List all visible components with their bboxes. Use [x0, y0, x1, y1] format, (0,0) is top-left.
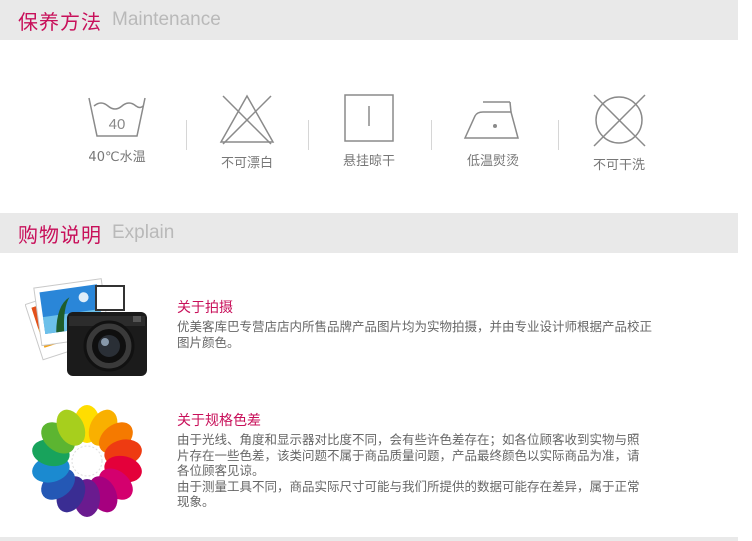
- photo-text: 优美客库巴专营店店内所售品牌产品图片均为实物拍摄，并由专业设计师根据产品校正 图…: [177, 319, 722, 350]
- color-wheel-icon: [32, 405, 142, 517]
- care-icons-row: 40 40℃水温 不可漂白 悬挂晾干 低温熨烫 不可干洗: [0, 92, 738, 182]
- color-text: 由于光线、角度和显示器对比度不同，会有些许色差存在；如各位顾客收到实物与照 片存…: [177, 432, 722, 510]
- maintenance-title-en: Maintenance: [112, 9, 221, 30]
- explain-title-cn: 购物说明: [18, 222, 102, 247]
- maintenance-title-cn: 保养方法: [18, 9, 102, 34]
- low-iron-icon: [463, 101, 519, 139]
- explain-block-color: 关于规格色差 由于光线、角度和显示器对比度不同，会有些许色差存在；如各位顾客收到…: [0, 400, 738, 525]
- care-label-bleach: 不可漂白: [220, 156, 273, 171]
- hang-dry-icon: [344, 94, 394, 142]
- maintenance-header: 保养方法 Maintenance: [0, 0, 738, 40]
- camera-photo-icon: [25, 278, 147, 376]
- care-label-wash: 40℃水温: [88, 150, 146, 165]
- care-item-hang: 悬挂晾干: [324, 92, 414, 169]
- explain-block-photo: 关于拍摄 优美客库巴专营店店内所售品牌产品图片均为实物拍摄，并由专业设计师根据产…: [0, 270, 738, 380]
- color-text-line: 现象。: [177, 494, 215, 509]
- explain-title-en: Explain: [112, 222, 175, 243]
- photo-text-line: 优美客库巴专营店店内所售品牌产品图片均为实物拍摄，并由专业设计师根据产品校正: [177, 319, 653, 334]
- explain-header: 购物说明 Explain: [0, 213, 738, 253]
- bottom-divider: [0, 537, 738, 541]
- color-text-line: 由于光线、角度和显示器对比度不同，会有些许色差存在；如各位顾客收到实物与照: [177, 432, 640, 447]
- color-title: 关于规格色差: [177, 413, 261, 429]
- photo-title: 关于拍摄: [177, 300, 233, 316]
- care-item-wash: 40 40℃水温: [72, 92, 162, 165]
- no-bleach-icon: [219, 94, 275, 145]
- care-label-hang: 悬挂晾干: [342, 154, 395, 169]
- color-text-line: 由于测量工具不同，商品实际尺寸可能与我们所提供的数据可能存在差异，属于正常: [177, 478, 640, 494]
- wash-40-icon: 40: [88, 97, 146, 137]
- divider: [558, 120, 559, 150]
- photo-text-line: 图片颜色。: [177, 334, 240, 350]
- care-item-bleach: 不可漂白: [202, 92, 292, 171]
- color-text-line: 各位顾客见谅。: [177, 463, 265, 478]
- wash-temp-text: 40: [109, 116, 126, 133]
- care-label-iron: 低温熨烫: [466, 154, 519, 169]
- divider: [186, 120, 187, 150]
- color-text-line: 片存在一些色差，该类问题不属于商品质量问题，产品最终颜色以实际商品为准，请: [177, 447, 640, 463]
- care-label-dryclean: 不可干洗: [592, 158, 645, 173]
- divider: [431, 120, 432, 150]
- care-item-iron: 低温熨烫: [448, 92, 538, 169]
- care-item-dryclean: 不可干洗: [574, 92, 664, 173]
- no-dry-clean-icon: [593, 94, 646, 147]
- divider: [308, 120, 309, 150]
